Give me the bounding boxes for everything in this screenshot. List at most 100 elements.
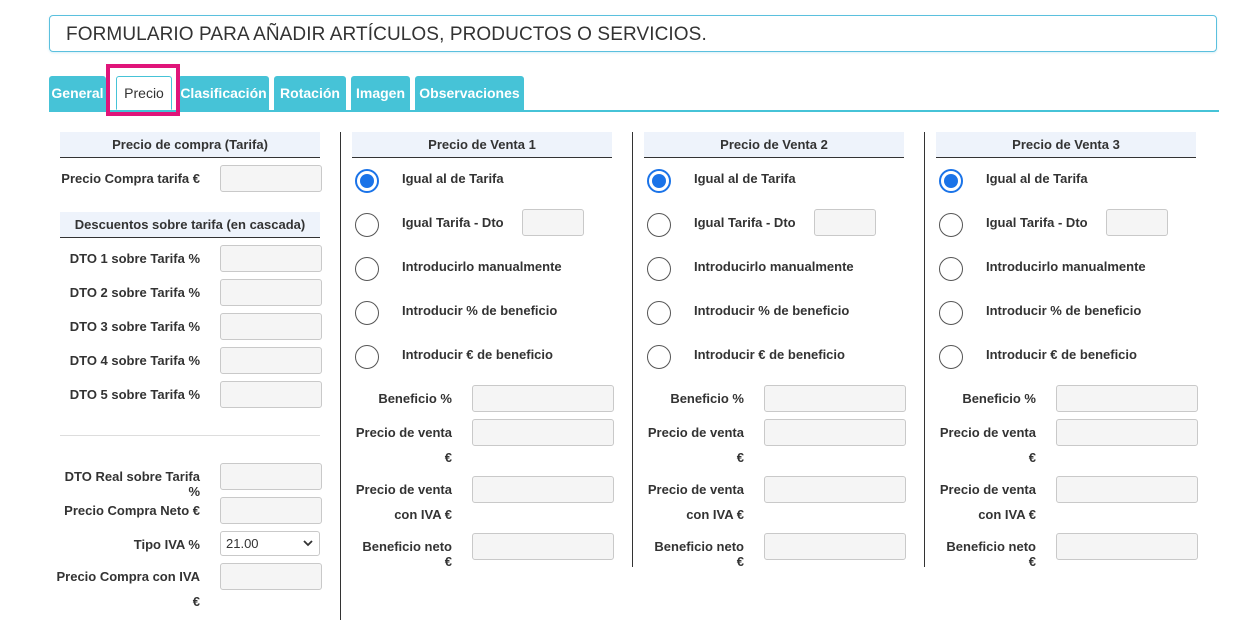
precio-con-iva-label-line1: Precio Compra con IVA bbox=[56, 569, 200, 584]
venta3-radio-igual-dto[interactable] bbox=[939, 213, 963, 237]
venta2-manual-label: Introducirlo manualmente bbox=[694, 259, 854, 274]
precio-compra-tarifa-input[interactable] bbox=[220, 165, 322, 192]
tab-underline bbox=[49, 110, 1219, 112]
venta3-precio-iva-label-line2: con IVA € bbox=[978, 507, 1036, 522]
tab-precio[interactable]: Precio bbox=[116, 76, 172, 110]
venta1-dto-input[interactable] bbox=[522, 209, 584, 236]
venta1-precio-venta-input[interactable] bbox=[472, 419, 614, 446]
venta3-radio-igual-tarifa[interactable] bbox=[939, 169, 963, 193]
descuentos-header: Descuentos sobre tarifa (en cascada) bbox=[60, 212, 320, 238]
venta2-precio-iva-label-line2: con IVA € bbox=[686, 507, 744, 522]
venta1-radio-igual-dto[interactable] bbox=[355, 213, 379, 237]
precio-neto-input[interactable] bbox=[220, 497, 322, 524]
compra-header: Precio de compra (Tarifa) bbox=[60, 132, 320, 158]
venta1-radio-manual[interactable] bbox=[355, 257, 379, 281]
venta2-radio-igual-dto[interactable] bbox=[647, 213, 671, 237]
venta2-eur-beneficio-label: Introducir € de beneficio bbox=[694, 347, 845, 362]
venta2-radio-eur-beneficio[interactable] bbox=[647, 345, 671, 369]
tipo-iva-value: 21.00 bbox=[226, 536, 259, 551]
precio-con-iva-label-line2: € bbox=[192, 594, 200, 609]
venta2-igual-dto-label: Igual Tarifa - Dto bbox=[694, 215, 796, 230]
venta2-radio-igual-tarifa[interactable] bbox=[647, 169, 671, 193]
dto1-input[interactable] bbox=[220, 245, 322, 272]
precio-compra-tarifa-label: Precio Compra tarifa € bbox=[61, 171, 200, 186]
venta3-igual-tarifa-label: Igual al de Tarifa bbox=[986, 171, 1088, 186]
venta2-radio-manual[interactable] bbox=[647, 257, 671, 281]
dto-real-label: DTO Real sobre Tarifa % bbox=[64, 469, 200, 499]
venta3-dto-input[interactable] bbox=[1106, 209, 1168, 236]
venta2-precio-venta-label-line1: Precio de venta bbox=[647, 425, 744, 440]
venta1-radio-eur-beneficio[interactable] bbox=[355, 345, 379, 369]
venta1-precio-iva-label-line2: con IVA € bbox=[394, 507, 452, 522]
venta2-igual-tarifa-label: Igual al de Tarifa bbox=[694, 171, 796, 186]
venta2-precio-venta-label-line2: € bbox=[736, 450, 744, 465]
tipo-iva-label: Tipo IVA % bbox=[133, 537, 200, 552]
tab-observaciones[interactable]: Observaciones bbox=[415, 76, 524, 110]
compra-divider bbox=[60, 435, 320, 436]
venta1-igual-dto-label: Igual Tarifa - Dto bbox=[402, 215, 504, 230]
dto5-input[interactable] bbox=[220, 381, 322, 408]
venta2-beneficio-neto-input[interactable] bbox=[764, 533, 906, 560]
venta3-beneficio-pct-label: Beneficio % bbox=[962, 391, 1036, 406]
tipo-iva-select[interactable]: 21.00 bbox=[220, 531, 320, 556]
venta3-radio-manual[interactable] bbox=[939, 257, 963, 281]
venta2-beneficio-pct-label: Beneficio % bbox=[670, 391, 744, 406]
dto1-label: DTO 1 sobre Tarifa % bbox=[69, 251, 200, 266]
venta3-header: Precio de Venta 3 bbox=[936, 132, 1196, 158]
precio-con-iva-input[interactable] bbox=[220, 563, 322, 590]
dto4-input[interactable] bbox=[220, 347, 322, 374]
dto4-label: DTO 4 sobre Tarifa % bbox=[69, 353, 200, 368]
tab-clasificacion[interactable]: Clasificación bbox=[178, 76, 269, 110]
dto5-label: DTO 5 sobre Tarifa % bbox=[69, 387, 200, 402]
venta2-precio-venta-input[interactable] bbox=[764, 419, 906, 446]
venta3-precio-iva-input[interactable] bbox=[1056, 476, 1198, 503]
venta1-beneficio-pct-label: Beneficio % bbox=[378, 391, 452, 406]
dto2-label: DTO 2 sobre Tarifa % bbox=[69, 285, 200, 300]
venta1-radio-pct-beneficio[interactable] bbox=[355, 301, 379, 325]
dto-real-input[interactable] bbox=[220, 463, 322, 490]
form-title-box: FORMULARIO PARA AÑADIR ARTÍCULOS, PRODUC… bbox=[49, 15, 1217, 52]
form-title: FORMULARIO PARA AÑADIR ARTÍCULOS, PRODUC… bbox=[66, 24, 707, 45]
venta3-precio-venta-label-line2: € bbox=[1028, 450, 1036, 465]
dto3-input[interactable] bbox=[220, 313, 322, 340]
precio-neto-label: Precio Compra Neto € bbox=[64, 503, 200, 518]
venta2-precio-iva-input[interactable] bbox=[764, 476, 906, 503]
tab-rotacion[interactable]: Rotación bbox=[274, 76, 346, 110]
venta3-precio-venta-input[interactable] bbox=[1056, 419, 1198, 446]
venta2-beneficio-pct-input[interactable] bbox=[764, 385, 906, 412]
venta1-header: Precio de Venta 1 bbox=[352, 132, 612, 158]
dto3-label: DTO 3 sobre Tarifa % bbox=[69, 319, 200, 334]
venta1-manual-label: Introducirlo manualmente bbox=[402, 259, 562, 274]
venta1-eur-beneficio-label: Introducir € de beneficio bbox=[402, 347, 553, 362]
venta3-igual-dto-label: Igual Tarifa - Dto bbox=[986, 215, 1088, 230]
venta3-eur-beneficio-label: Introducir € de beneficio bbox=[986, 347, 1137, 362]
venta3-manual-label: Introducirlo manualmente bbox=[986, 259, 1146, 274]
tab-imagen[interactable]: Imagen bbox=[351, 76, 410, 110]
dto2-input[interactable] bbox=[220, 279, 322, 306]
venta1-igual-tarifa-label: Igual al de Tarifa bbox=[402, 171, 504, 186]
venta1-precio-venta-label-line1: Precio de venta bbox=[355, 425, 452, 440]
venta2-beneficio-neto-label: Beneficio neto € bbox=[654, 539, 744, 569]
venta1-radio-igual-tarifa[interactable] bbox=[355, 169, 379, 193]
venta1-beneficio-neto-input[interactable] bbox=[472, 533, 614, 560]
chevron-down-icon bbox=[303, 540, 313, 547]
venta1-precio-iva-label-line1: Precio de venta bbox=[355, 482, 452, 497]
tab-general[interactable]: General bbox=[49, 76, 106, 110]
venta2-precio-iva-label-line1: Precio de venta bbox=[647, 482, 744, 497]
column-divider-2 bbox=[632, 132, 633, 567]
venta1-beneficio-neto-label: Beneficio neto € bbox=[362, 539, 452, 569]
venta2-pct-beneficio-label: Introducir % de beneficio bbox=[694, 303, 850, 318]
venta3-beneficio-neto-label: Beneficio neto € bbox=[946, 539, 1036, 569]
venta2-radio-pct-beneficio[interactable] bbox=[647, 301, 671, 325]
venta1-beneficio-pct-input[interactable] bbox=[472, 385, 614, 412]
venta2-header: Precio de Venta 2 bbox=[644, 132, 904, 158]
venta2-dto-input[interactable] bbox=[814, 209, 876, 236]
column-divider-1 bbox=[340, 132, 341, 620]
venta3-pct-beneficio-label: Introducir % de beneficio bbox=[986, 303, 1142, 318]
venta3-beneficio-neto-input[interactable] bbox=[1056, 533, 1198, 560]
venta1-precio-iva-input[interactable] bbox=[472, 476, 614, 503]
venta3-radio-pct-beneficio[interactable] bbox=[939, 301, 963, 325]
venta3-beneficio-pct-input[interactable] bbox=[1056, 385, 1198, 412]
venta3-radio-eur-beneficio[interactable] bbox=[939, 345, 963, 369]
venta3-precio-iva-label-line1: Precio de venta bbox=[939, 482, 1036, 497]
